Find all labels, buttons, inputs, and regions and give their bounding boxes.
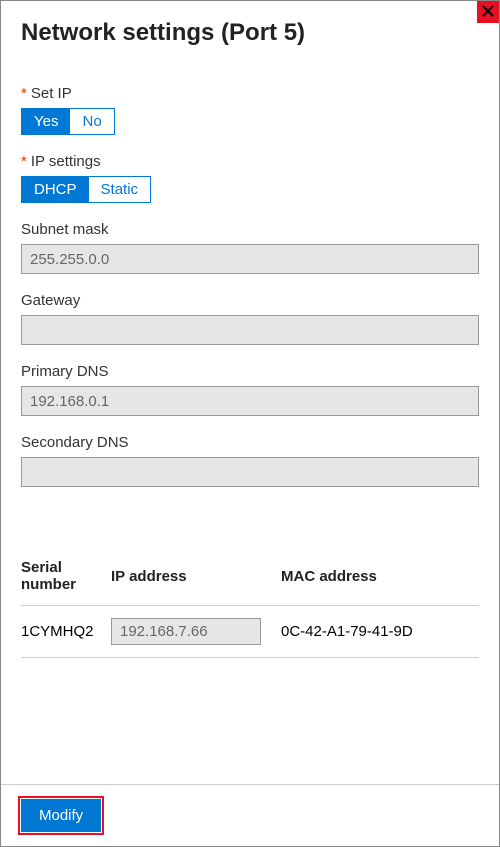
close-button[interactable] xyxy=(477,1,499,23)
cell-mac: 0C-42-A1-79-41-9D xyxy=(281,623,479,640)
modify-button[interactable]: Modify xyxy=(21,799,101,832)
page-title: Network settings (Port 5) xyxy=(21,19,479,47)
required-marker: * xyxy=(21,85,27,102)
set-ip-label: *Set IP xyxy=(21,85,479,102)
table-row: 1CYMHQ2 0C-42-A1-79-41-9D xyxy=(21,606,479,658)
ip-settings-toggle: DHCP Static xyxy=(21,176,151,203)
footer: Modify xyxy=(1,784,499,846)
subnet-mask-label: Subnet mask xyxy=(21,221,479,238)
ip-settings-static-button[interactable]: Static xyxy=(89,177,151,202)
secondary-dns-field: Secondary DNS xyxy=(21,434,479,487)
header-ip: IP address xyxy=(111,568,281,585)
cell-serial: 1CYMHQ2 xyxy=(21,623,111,640)
gateway-label: Gateway xyxy=(21,292,479,309)
primary-dns-input[interactable] xyxy=(21,386,479,416)
close-icon xyxy=(482,4,494,20)
primary-dns-label: Primary DNS xyxy=(21,363,479,380)
set-ip-yes-button[interactable]: Yes xyxy=(22,109,70,134)
set-ip-toggle: Yes No xyxy=(21,108,115,135)
gateway-input[interactable] xyxy=(21,315,479,345)
set-ip-no-button[interactable]: No xyxy=(70,109,113,134)
set-ip-field: *Set IP Yes No xyxy=(21,85,479,135)
secondary-dns-label: Secondary DNS xyxy=(21,434,479,451)
header-mac: MAC address xyxy=(281,568,479,585)
row-ip-input[interactable] xyxy=(111,618,261,645)
ip-settings-field: *IP settings DHCP Static xyxy=(21,153,479,203)
required-marker: * xyxy=(21,153,27,170)
gateway-field: Gateway xyxy=(21,292,479,345)
header-serial: Serial number xyxy=(21,559,111,593)
subnet-mask-input[interactable] xyxy=(21,244,479,274)
interfaces-table: Serial number IP address MAC address 1CY… xyxy=(21,547,479,658)
network-settings-panel: Network settings (Port 5) *Set IP Yes No… xyxy=(0,0,500,847)
cell-ip xyxy=(111,618,281,645)
primary-dns-field: Primary DNS xyxy=(21,363,479,416)
subnet-mask-field: Subnet mask xyxy=(21,221,479,274)
ip-settings-dhcp-button[interactable]: DHCP xyxy=(22,177,89,202)
ip-settings-label: *IP settings xyxy=(21,153,479,170)
secondary-dns-input[interactable] xyxy=(21,457,479,487)
table-header-row: Serial number IP address MAC address xyxy=(21,547,479,606)
